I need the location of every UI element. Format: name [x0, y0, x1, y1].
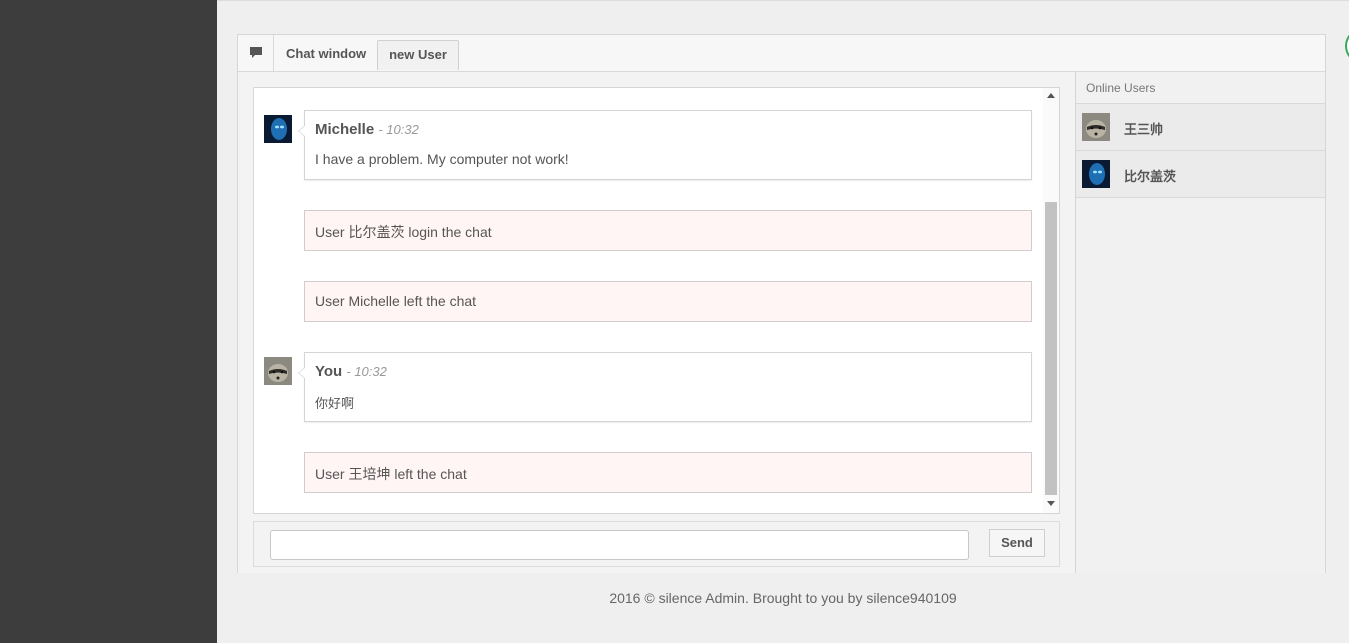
chat-area: Michelle - 10:32 I have a problem. My co…: [238, 72, 1076, 573]
chat-message: Michelle - 10:32 I have a problem. My co…: [298, 110, 1032, 180]
message-time: - 10:32: [378, 122, 419, 137]
message-text: I have a problem. My computer not work!: [315, 151, 569, 167]
chat-widget-header: Chat window new User: [238, 35, 1325, 72]
online-user-name: 王三帅: [1124, 122, 1164, 137]
system-message: User Michelle left the chat: [304, 281, 1032, 322]
system-message: User 比尔盖茨 login the chat: [304, 210, 1032, 251]
online-user-item[interactable]: 比尔盖茨: [1076, 151, 1325, 198]
message-list[interactable]: Michelle - 10:32 I have a problem. My co…: [253, 87, 1060, 514]
online-user-name: 比尔盖茨: [1124, 169, 1177, 184]
scroll-thumb[interactable]: [1045, 202, 1057, 495]
online-users-title: Online Users: [1076, 72, 1325, 104]
chat-window-title: Chat window: [286, 46, 367, 61]
header-icon-box: [238, 35, 274, 72]
online-users-panel: Online Users 王三帅 比尔盖茨: [1076, 72, 1325, 573]
left-sidebar: [0, 0, 217, 643]
comment-icon: [250, 47, 262, 58]
blue-avatar-icon: [1082, 160, 1110, 188]
message-author: Michelle: [315, 121, 375, 138]
tab-new-user[interactable]: new User: [377, 40, 459, 70]
message-input-bar: Send: [253, 521, 1060, 567]
message-input[interactable]: [270, 530, 969, 560]
footer-text: 2016 © silence Admin. Brought to you by …: [609, 590, 957, 606]
blue-avatar-icon: [264, 115, 292, 143]
chat-message: You - 10:32 你好啊: [298, 352, 1032, 422]
raccoon-avatar-icon: [264, 357, 292, 385]
message-author: You: [315, 363, 343, 380]
scroll-up-arrow-icon[interactable]: [1047, 93, 1055, 98]
online-user-item[interactable]: 王三帅: [1076, 104, 1325, 151]
scroll-down-arrow-icon[interactable]: [1047, 501, 1055, 506]
message-time: - 10:32: [346, 364, 387, 379]
send-button[interactable]: Send: [989, 529, 1045, 557]
chat-widget: Chat window new User Michelle - 10:32 I …: [237, 34, 1326, 573]
raccoon-avatar-icon: [1082, 113, 1110, 141]
system-message: User 王培坤 left the chat: [304, 452, 1032, 493]
message-text: 你好啊: [315, 396, 355, 411]
message-scrollbar[interactable]: [1043, 88, 1059, 513]
